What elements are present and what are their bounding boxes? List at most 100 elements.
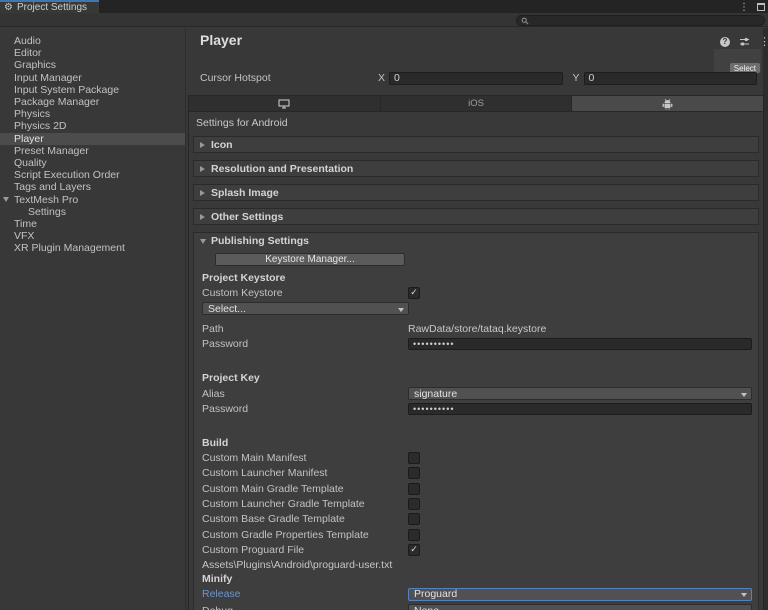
- section-label: Icon: [211, 138, 233, 151]
- custom-launcher-manifest-row: Custom Launcher Manifest: [202, 466, 752, 481]
- dropdown-value: Select...: [208, 302, 246, 315]
- foldout-closed-icon: [200, 165, 205, 172]
- custom-gradle-properties-template-checkbox[interactable]: [408, 528, 420, 541]
- search-field[interactable]: [516, 15, 765, 26]
- sidebar-item-preset-manager[interactable]: Preset Manager: [0, 145, 185, 157]
- tab-project-settings[interactable]: Project Settings: [0, 0, 100, 13]
- custom-base-gradle-template-row: Custom Base Gradle Template: [202, 512, 752, 527]
- publishing-settings-body: Keystore Manager... Project Keystore Cus…: [194, 249, 758, 610]
- custom-keystore-row: Custom Keystore: [202, 285, 752, 300]
- section-label: Other Settings: [211, 210, 284, 223]
- cursor-hotspot-label: Cursor Hotspot: [200, 72, 271, 84]
- debug-label: Debug: [202, 605, 408, 610]
- project-settings-window: Project Settings Audio Editor Graphics I…: [0, 0, 768, 610]
- toolbar: [0, 13, 768, 27]
- foldout-open-icon: [200, 238, 206, 244]
- foldout-closed-icon: [200, 141, 205, 148]
- sidebar-item-input-system-package[interactable]: Input System Package: [0, 84, 185, 96]
- alias-row: Alias signature: [202, 386, 752, 401]
- release-minify-dropdown[interactable]: Proguard: [408, 587, 752, 601]
- preset-icon[interactable]: [739, 36, 750, 47]
- sidebar-item-tags-and-layers[interactable]: Tags and Layers: [0, 181, 185, 193]
- publishing-settings-header[interactable]: Publishing Settings: [194, 233, 758, 249]
- tab-standalone[interactable]: [189, 96, 381, 111]
- cursor-hotspot-row: Cursor Hotspot X 0 Y 0: [200, 71, 757, 85]
- sidebar-item-editor[interactable]: Editor: [0, 47, 185, 59]
- sidebar-item-textmesh-settings[interactable]: Settings: [0, 206, 185, 218]
- platform-settings-container: iOS Settings for Android Icon Resolution…: [188, 95, 764, 610]
- window-menu-icon[interactable]: [739, 1, 749, 13]
- help-icon[interactable]: [720, 36, 730, 47]
- build-item-label: Custom Gradle Properties Template: [202, 528, 369, 541]
- sidebar-item-vfx[interactable]: VFX: [0, 230, 185, 242]
- keystore-password-row: Password ••••••••••: [202, 337, 752, 352]
- section-publishing-settings: Publishing Settings Keystore Manager... …: [193, 232, 759, 610]
- search-input[interactable]: [532, 15, 752, 26]
- sidebar-item-xr-plugin-management[interactable]: XR Plugin Management: [0, 242, 185, 254]
- cursor-hotspot-y-field[interactable]: 0: [583, 71, 757, 85]
- section-resolution-and-presentation[interactable]: Resolution and Presentation: [193, 160, 759, 177]
- debug-minify-dropdown[interactable]: None: [408, 604, 752, 610]
- sidebar-item-textmesh-pro[interactable]: TextMesh Pro: [0, 193, 185, 206]
- window-maximize-icon[interactable]: [757, 2, 765, 11]
- dropdown-value: Proguard: [414, 588, 458, 601]
- sidebar-item-input-manager[interactable]: Input Manager: [0, 72, 185, 84]
- minify-debug-row: Debug None: [202, 603, 752, 610]
- custom-proguard-file-checkbox[interactable]: [408, 543, 420, 556]
- custom-main-gradle-template-row: Custom Main Gradle Template: [202, 481, 752, 496]
- key-password-field[interactable]: ••••••••••: [408, 402, 752, 415]
- dropdown-value: signature: [414, 387, 458, 400]
- cursor-hotspot-x-field[interactable]: 0: [389, 71, 563, 85]
- foldout-closed-icon: [200, 189, 205, 196]
- sidebar-item-physics-2d[interactable]: Physics 2D: [0, 120, 185, 132]
- section-splash-image[interactable]: Splash Image: [193, 184, 759, 201]
- custom-launcher-gradle-template-row: Custom Launcher Gradle Template: [202, 496, 752, 511]
- keystore-manager-button[interactable]: Keystore Manager...: [215, 253, 405, 266]
- sidebar-item-graphics[interactable]: Graphics: [0, 59, 185, 71]
- password-label: Password: [202, 402, 249, 415]
- custom-keystore-label: Custom Keystore: [202, 286, 283, 299]
- more-menu-icon[interactable]: [759, 35, 768, 48]
- keystore-select-dropdown[interactable]: Select...: [202, 302, 409, 316]
- foldout-open-icon[interactable]: [3, 197, 9, 203]
- main-panel: Player Select Cursor Hotspot X 0 Y 0: [185, 28, 768, 610]
- android-icon: [662, 98, 673, 110]
- sidebar-item-script-execution-order[interactable]: Script Execution Order: [0, 169, 185, 181]
- keystore-password-field[interactable]: ••••••••••: [408, 338, 752, 351]
- x-axis-label: X: [378, 72, 386, 84]
- build-heading: Build: [202, 436, 229, 449]
- custom-keystore-checkbox[interactable]: [408, 286, 420, 299]
- tab-android[interactable]: [572, 96, 764, 111]
- build-item-label: Custom Main Gradle Template: [202, 482, 344, 495]
- custom-main-gradle-template-checkbox[interactable]: [408, 482, 420, 495]
- window-tab-strip: Project Settings: [0, 0, 768, 13]
- section-other-settings[interactable]: Other Settings: [193, 208, 759, 225]
- keystore-path-row: Path RawData/store/tataq.keystore: [202, 321, 752, 336]
- custom-gradle-properties-template-row: Custom Gradle Properties Template: [202, 527, 752, 542]
- sidebar-item-audio[interactable]: Audio: [0, 35, 185, 47]
- build-item-label: Custom Launcher Manifest: [202, 467, 328, 480]
- custom-main-manifest-checkbox[interactable]: [408, 452, 420, 465]
- sidebar-item-player[interactable]: Player: [0, 132, 185, 145]
- alias-dropdown[interactable]: signature: [408, 387, 752, 401]
- sidebar-item-quality[interactable]: Quality: [0, 157, 185, 169]
- tab-ios[interactable]: iOS: [380, 96, 573, 111]
- foldout-closed-icon: [200, 213, 205, 220]
- settings-for-android-label: Settings for Android: [196, 117, 288, 129]
- custom-launcher-manifest-checkbox[interactable]: [408, 467, 420, 480]
- build-item-label: Custom Proguard File: [202, 543, 305, 556]
- section-icon[interactable]: Icon: [193, 136, 759, 153]
- sidebar-item-physics[interactable]: Physics: [0, 108, 185, 120]
- project-keystore-heading: Project Keystore: [202, 271, 286, 284]
- section-label: Resolution and Presentation: [211, 162, 354, 175]
- alias-label: Alias: [202, 387, 225, 400]
- sidebar-item-package-manager[interactable]: Package Manager: [0, 96, 185, 108]
- minify-heading: Minify: [202, 573, 233, 586]
- password-label: Password: [202, 338, 249, 351]
- release-label: Release: [202, 588, 241, 601]
- custom-base-gradle-template-checkbox[interactable]: [408, 513, 420, 526]
- sidebar-item-time[interactable]: Time: [0, 218, 185, 230]
- y-axis-label: Y: [572, 72, 580, 84]
- custom-launcher-gradle-template-checkbox[interactable]: [408, 498, 420, 511]
- tab-title: Project Settings: [16, 2, 88, 13]
